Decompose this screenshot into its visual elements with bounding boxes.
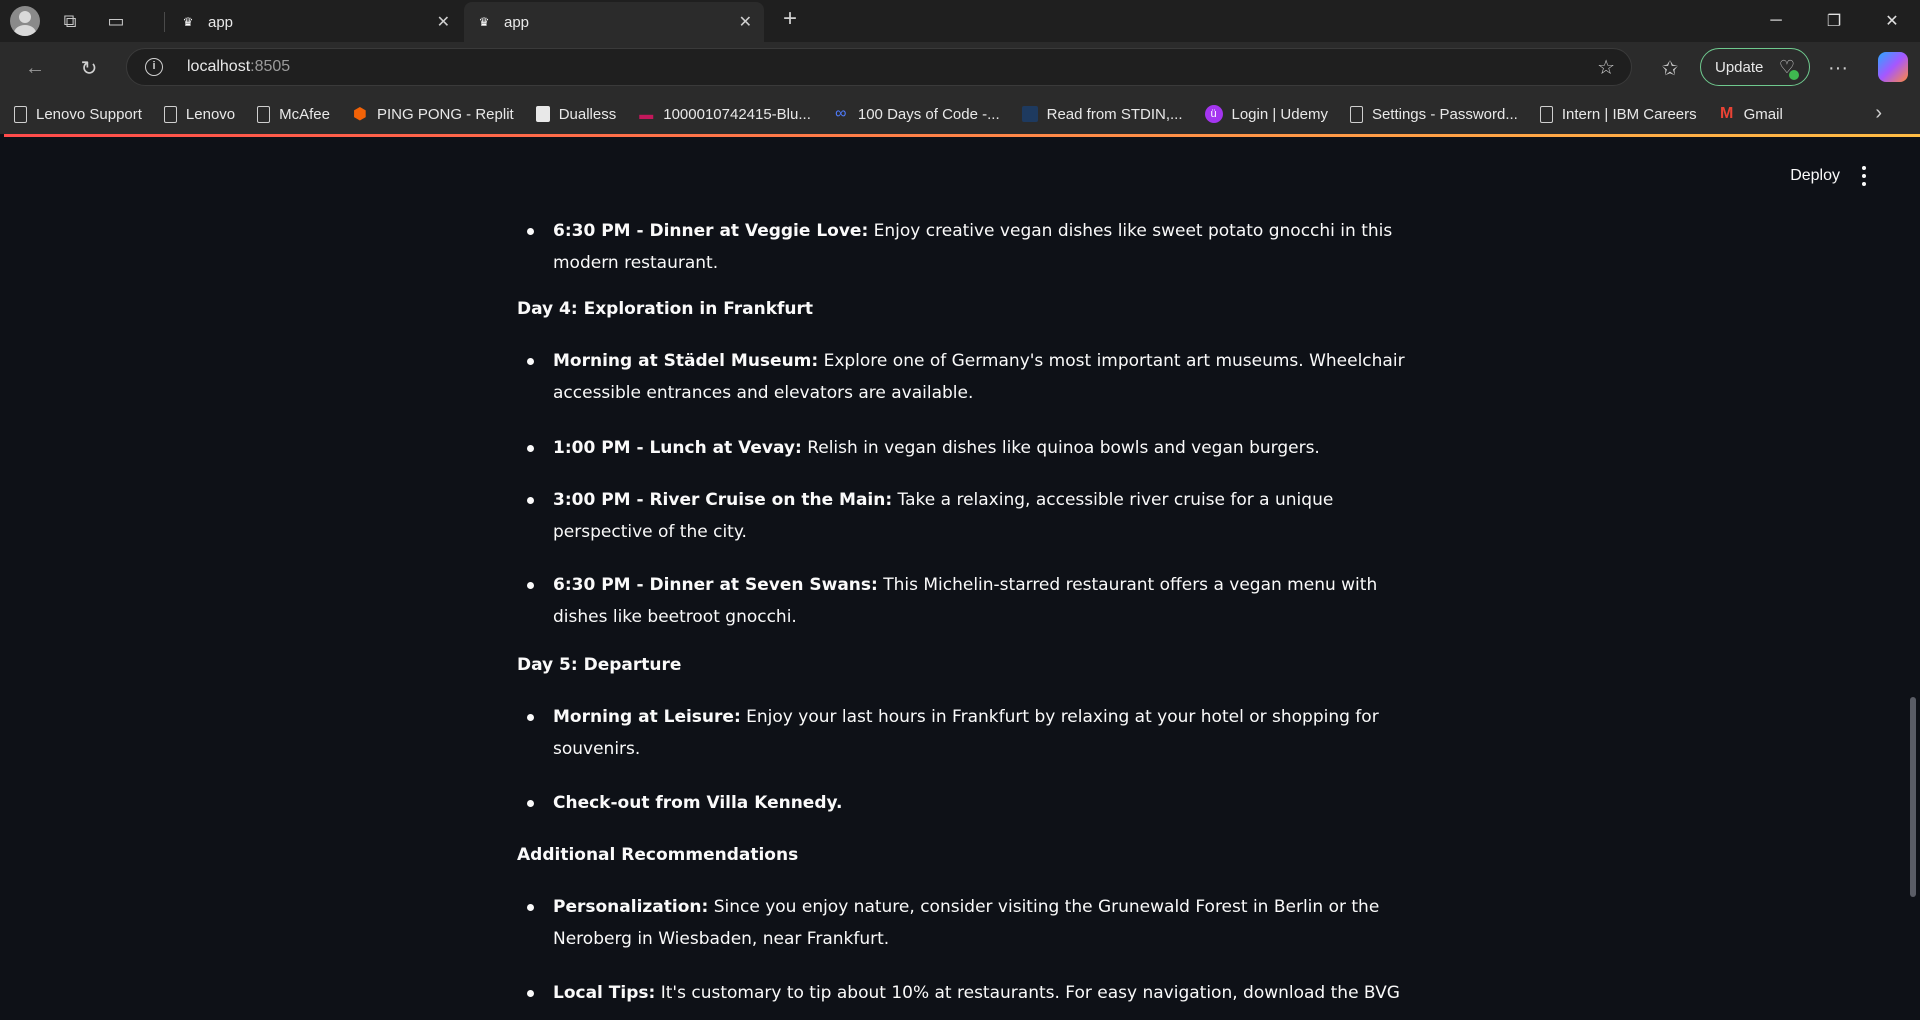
close-tab-icon[interactable]: ✕ xyxy=(437,12,450,32)
streamlit-crown-icon: ♛ xyxy=(478,15,490,29)
list-item: Morning at Städel Museum: Explore one of… xyxy=(517,345,1407,409)
refresh-icon[interactable]: ↻ xyxy=(72,51,106,85)
doc-icon xyxy=(14,105,27,123)
bookmark-mcafee[interactable]: McAfee xyxy=(257,105,330,123)
more-menu-icon[interactable]: ··· xyxy=(1822,52,1854,84)
doc-icon xyxy=(257,105,271,123)
new-tab-button[interactable]: + xyxy=(776,6,804,34)
list-item: 1:00 PM - Lunch at Vevay: Relish in vega… xyxy=(517,432,1407,464)
bookmark-ibm-careers[interactable]: Intern | IBM Careers xyxy=(1539,105,1697,123)
bookmark-lenovo-support[interactable]: Lenovo Support xyxy=(14,105,142,123)
restore-button[interactable]: ❐ xyxy=(1806,0,1862,42)
favorite-star-icon[interactable]: ☆ xyxy=(1597,55,1615,80)
streamlit-crown-icon: ♛ xyxy=(182,15,194,29)
workspaces-icon[interactable]: ⧉ xyxy=(54,5,86,37)
bookmark-hackerrank[interactable]: Read from STDIN,... xyxy=(1021,106,1183,123)
list-item: 6:30 PM - Dinner at Veggie Love: Enjoy c… xyxy=(517,215,1407,279)
bookmark-dualless[interactable]: Dualless xyxy=(535,106,616,123)
list-item: Check-out from Villa Kennedy. xyxy=(517,787,1407,819)
back-arrow-icon[interactable]: ← xyxy=(18,51,52,85)
bookmark-settings-password[interactable]: Settings - Password... xyxy=(1349,105,1518,123)
address-bar[interactable]: i localhost:8505 ☆ xyxy=(126,48,1632,86)
bookmark-replit[interactable]: ⬢ PING PONG - Replit xyxy=(352,105,514,124)
update-button[interactable]: Update ♡ xyxy=(1700,48,1810,86)
copilot-icon[interactable] xyxy=(1878,52,1908,82)
list-item: Personalization: Since you enjoy nature,… xyxy=(517,891,1407,955)
doc-icon xyxy=(1539,105,1553,123)
tab-title: app xyxy=(208,13,234,31)
hackerrank-icon xyxy=(1021,106,1038,122)
app-page: Deploy 6:30 PM - Dinner at Veggie Love: … xyxy=(4,137,1920,1020)
list-item: 3:00 PM - River Cruise on the Main: Take… xyxy=(517,484,1407,548)
minimize-button[interactable]: ─ xyxy=(1748,0,1804,42)
tab-app-2[interactable]: ♛ app ✕ xyxy=(464,2,764,42)
browser-toolbar: ← ↻ i localhost:8505 ☆ ✩ Update ♡ ··· xyxy=(0,42,1920,94)
tab-app-1[interactable]: ♛ app ✕ xyxy=(168,2,462,42)
doc-icon xyxy=(1349,105,1363,123)
site-info-icon[interactable]: i xyxy=(145,58,163,76)
close-tab-icon[interactable]: ✕ xyxy=(739,12,752,32)
bookmark-lenovo[interactable]: Lenovo xyxy=(163,105,235,123)
bookmark-udemy[interactable]: ü Login | Udemy xyxy=(1204,105,1328,123)
bookmark-blu[interactable]: ▬ 1000010742415-Blu... xyxy=(638,105,811,123)
tab-actions-icon[interactable]: ▭ xyxy=(100,5,132,37)
doc-icon xyxy=(163,105,177,123)
list-item: Morning at Leisure: Enjoy your last hour… xyxy=(517,701,1407,765)
bookmark-icon: ▬ xyxy=(639,106,654,122)
bookmark-gmail[interactable]: M Gmail xyxy=(1719,105,1783,123)
bookmark-100-days[interactable]: ∞ 100 Days of Code -... xyxy=(833,105,999,123)
update-label: Update xyxy=(1715,58,1764,76)
deploy-button[interactable]: Deploy xyxy=(1790,167,1840,185)
tab-separator xyxy=(164,12,165,32)
favorites-icon[interactable]: ✩ xyxy=(1654,52,1686,84)
list-item: Local Tips: It's customary to tip about … xyxy=(517,977,1407,1020)
tab-strip: ⧉ ▭ ♛ app ✕ ♛ app ✕ + ─ ❐ ✕ xyxy=(0,0,1920,42)
page-scrollbar[interactable] xyxy=(1910,697,1916,897)
gmail-icon: M xyxy=(1719,105,1734,122)
code-icon: ∞ xyxy=(835,105,847,122)
browser-health-icon: ♡ xyxy=(1779,57,1799,80)
chevron-right-icon[interactable]: › xyxy=(1875,102,1882,125)
list-item: 6:30 PM - Dinner at Seven Swans: This Mi… xyxy=(517,569,1407,633)
additional-recommendations-heading: Additional Recommendations xyxy=(517,845,799,865)
profile-avatar-icon[interactable] xyxy=(10,6,40,36)
day-4-heading: Day 4: Exploration in Frankfurt xyxy=(517,299,814,319)
udemy-icon: ü xyxy=(1204,105,1223,123)
dualless-icon xyxy=(535,106,550,122)
bookmarks-bar: Lenovo Support Lenovo McAfee ⬢ PING PONG … xyxy=(0,94,1920,134)
url-text[interactable]: localhost:8505 xyxy=(187,58,290,76)
tab-title: app xyxy=(504,13,530,31)
replit-icon: ⬢ xyxy=(353,106,367,123)
close-window-button[interactable]: ✕ xyxy=(1864,0,1920,42)
day-5-heading: Day 5: Departure xyxy=(517,655,682,675)
main-menu-icon[interactable] xyxy=(1852,161,1876,191)
